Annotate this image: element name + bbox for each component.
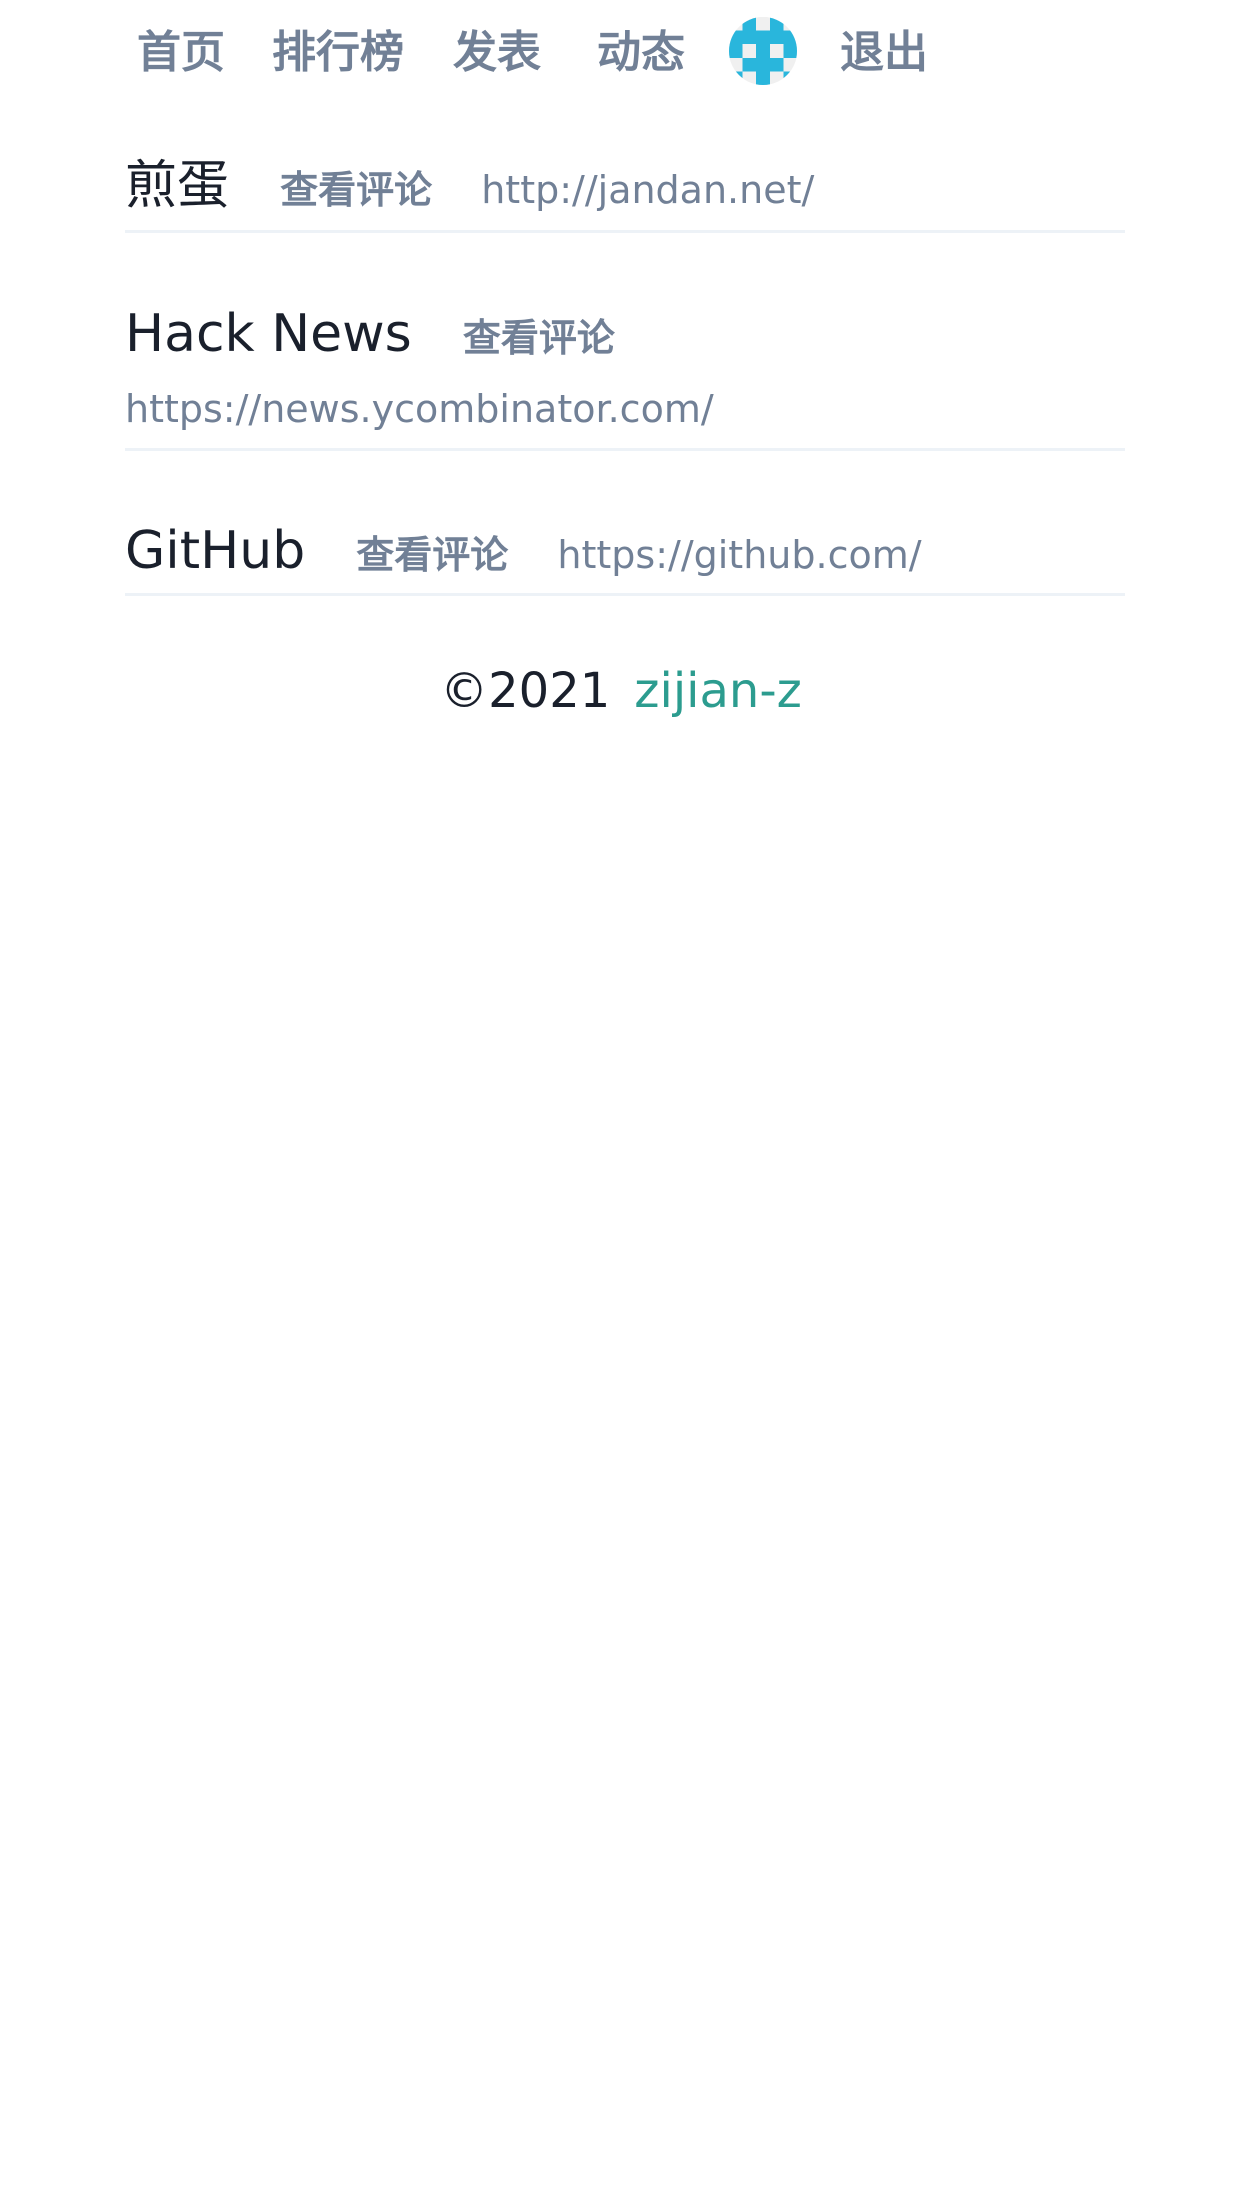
user-avatar-icon[interactable] xyxy=(729,17,797,85)
nav-logout-link[interactable]: 退出 xyxy=(840,22,928,84)
view-comments-link[interactable]: 查看评论 xyxy=(463,307,615,362)
author-link[interactable]: zijian-z xyxy=(634,663,802,719)
view-comments-link[interactable]: 查看评论 xyxy=(356,524,508,579)
site-item-github: GitHub 查看评论 https://github.com/ xyxy=(125,515,1125,596)
nav-ranking-link[interactable]: 排行榜 xyxy=(272,22,404,84)
site-url[interactable]: https://github.com/ xyxy=(557,533,921,577)
top-navigation: 首页 排行榜 发表 动态 退出 xyxy=(0,0,1242,108)
site-title[interactable]: GitHub xyxy=(125,515,305,587)
site-url[interactable]: http://jandan.net/ xyxy=(481,168,814,212)
site-item-hacknews: Hack News 查看评论 https://news.ycombinator.… xyxy=(125,298,1125,451)
site-item-jandan: 煎蛋 查看评论 http://jandan.net/ xyxy=(125,150,1125,233)
view-comments-link[interactable]: 查看评论 xyxy=(280,159,432,214)
site-title[interactable]: Hack News xyxy=(125,298,412,370)
site-title[interactable]: 煎蛋 xyxy=(125,150,229,222)
nav-post-link[interactable]: 发表 xyxy=(453,22,541,84)
site-url[interactable]: https://news.ycombinator.com/ xyxy=(125,384,714,434)
copyright-text: ©2021 xyxy=(440,663,611,719)
nav-activity-link[interactable]: 动态 xyxy=(597,22,685,84)
page-footer: ©2021 zijian-z xyxy=(0,655,1242,727)
nav-home-link[interactable]: 首页 xyxy=(137,22,225,84)
